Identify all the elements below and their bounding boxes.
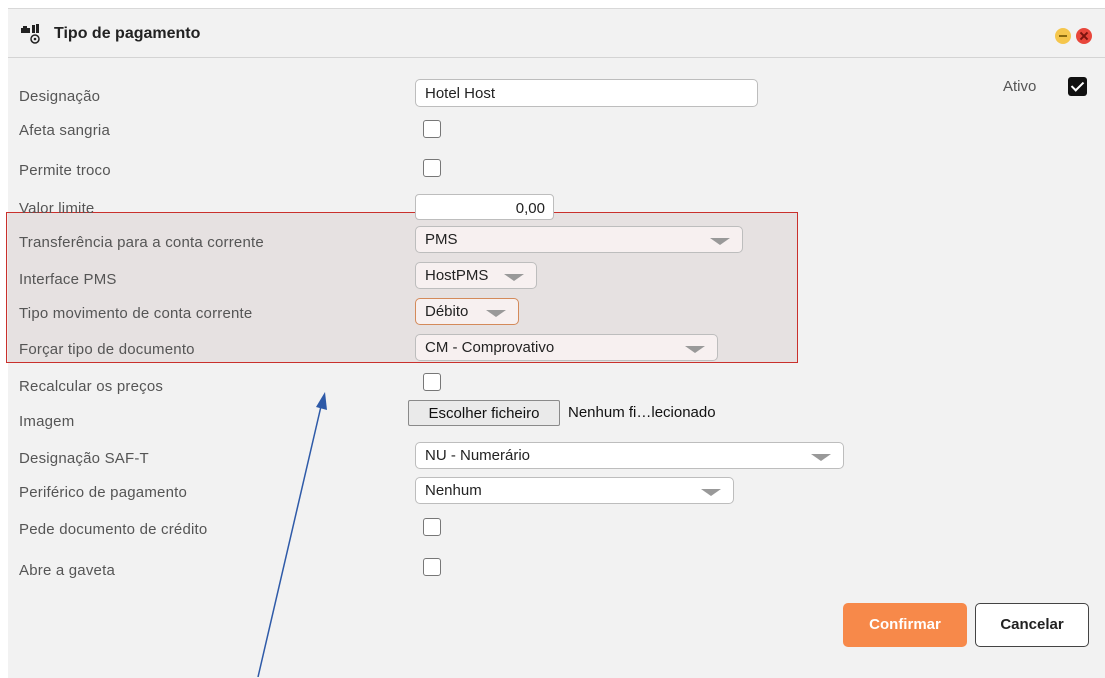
transferencia-label: Transferência para a conta corrente	[19, 234, 264, 251]
ativo-checkbox[interactable]	[1068, 77, 1087, 96]
transferencia-select[interactable]: PMS	[415, 226, 743, 253]
valor-limite-input[interactable]: 0,00	[415, 194, 554, 220]
recalcular-label: Recalcular os preços	[19, 378, 164, 395]
valor-limite-label: Valor limite	[19, 200, 95, 217]
minimize-icon[interactable]	[1055, 28, 1071, 44]
forcar-tipo-select[interactable]: CM - Comprovativo	[415, 334, 718, 361]
confirm-button[interactable]: Confirmar	[843, 603, 967, 647]
chevron-down-icon	[811, 454, 831, 461]
pede-documento-label: Pede documento de crédito	[19, 521, 208, 538]
cancel-button[interactable]: Cancelar	[975, 603, 1089, 647]
designacao-input[interactable]: Hotel Host	[415, 79, 758, 107]
recalcular-checkbox[interactable]	[423, 373, 441, 391]
designacao-saft-value: NU - Numerário	[425, 447, 531, 464]
afeta-sangria-label: Afeta sangria	[19, 122, 110, 139]
choose-file-button[interactable]: Escolher ficheiro	[408, 400, 560, 426]
interface-pms-label: Interface PMS	[19, 271, 117, 288]
designacao-saft-label: Designação SAF-T	[19, 450, 149, 467]
periferico-label: Periférico de pagamento	[19, 484, 188, 501]
close-icon[interactable]	[1076, 28, 1092, 44]
tipo-movimento-label: Tipo movimento de conta corrente	[19, 305, 253, 322]
chevron-down-icon	[504, 274, 524, 281]
periferico-value: Nenhum	[425, 482, 482, 499]
dialog-titlebar: Tipo de pagamento	[8, 9, 1105, 58]
ativo-label: Ativo	[1003, 78, 1037, 95]
forcar-tipo-value: CM - Comprovativo	[425, 339, 555, 356]
periferico-select[interactable]: Nenhum	[415, 477, 734, 504]
chevron-down-icon	[701, 489, 721, 496]
abre-gaveta-label: Abre a gaveta	[19, 562, 115, 579]
payment-settings-icon	[21, 24, 40, 44]
permite-troco-label: Permite troco	[19, 162, 111, 179]
interface-pms-select[interactable]: HostPMS	[415, 262, 537, 289]
chevron-down-icon	[685, 346, 705, 353]
tipo-movimento-value: Débito	[425, 303, 469, 320]
dialog-title: Tipo de pagamento	[54, 25, 201, 42]
tipo-movimento-select[interactable]: Débito	[415, 298, 519, 325]
file-status-text: Nenhum fi…lecionado	[568, 404, 716, 421]
abre-gaveta-checkbox[interactable]	[423, 558, 441, 576]
chevron-down-icon	[710, 238, 730, 245]
designacao-label: Designação	[19, 88, 101, 105]
imagem-label: Imagem	[19, 413, 75, 430]
interface-pms-value: HostPMS	[425, 267, 489, 284]
transferencia-value: PMS	[425, 231, 458, 248]
designacao-saft-select[interactable]: NU - Numerário	[415, 442, 844, 469]
pede-documento-checkbox[interactable]	[423, 518, 441, 536]
permite-troco-checkbox[interactable]	[423, 159, 441, 177]
forcar-tipo-label: Forçar tipo de documento	[19, 341, 195, 358]
afeta-sangria-checkbox[interactable]	[423, 120, 441, 138]
chevron-down-icon	[486, 310, 506, 317]
